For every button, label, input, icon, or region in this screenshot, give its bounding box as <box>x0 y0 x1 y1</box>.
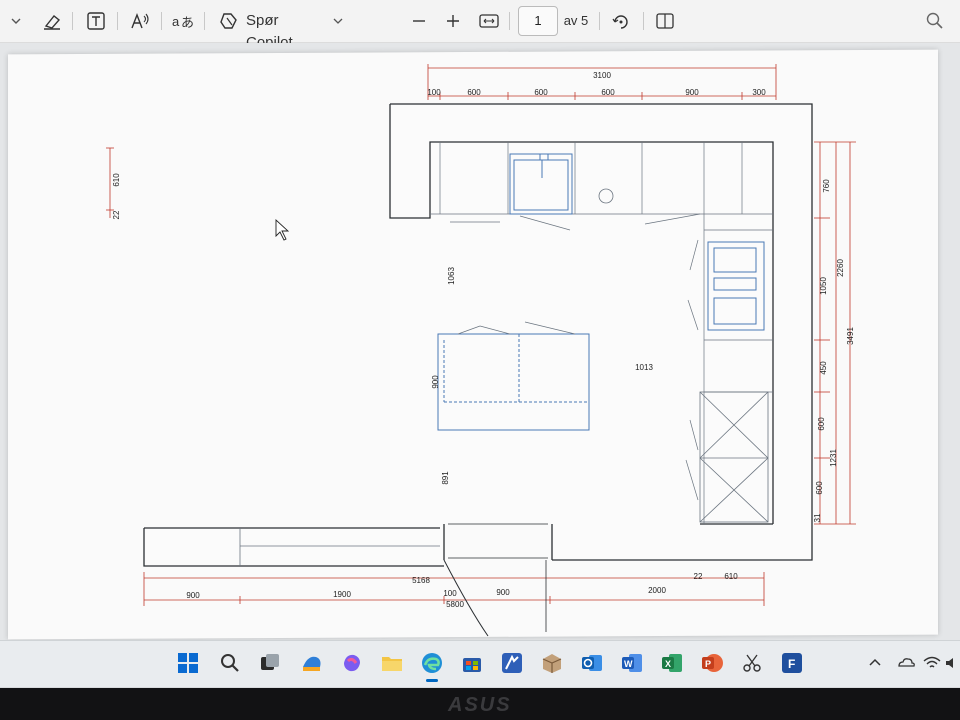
dim-vertical-3: 891 <box>441 471 450 485</box>
windows-taskbar: W X P F <box>0 640 960 687</box>
dim-right-8: 1231 <box>829 449 838 467</box>
dim-top-2: 600 <box>467 88 481 97</box>
kitchen-plan-drawing: 3100 100 600 600 600 900 300 610 22 1063… <box>106 64 856 637</box>
app-icon[interactable] <box>500 651 524 675</box>
screen: aあ Spør Copilot 1 av 5 <box>0 0 960 690</box>
dim-bottom-5: 2000 <box>648 586 666 595</box>
dim-top-4: 600 <box>601 88 615 97</box>
dim-island-wall: 1013 <box>635 363 653 372</box>
dim-top-5: 900 <box>685 88 699 97</box>
dim-left-2: 22 <box>112 210 121 219</box>
powerpoint-icon[interactable]: P <box>700 651 724 675</box>
dim-vertical-1: 1063 <box>447 267 456 285</box>
speaker-icon[interactable] <box>944 651 960 675</box>
dim-top-total: 3100 <box>593 71 611 80</box>
excel-icon[interactable]: X <box>660 651 684 675</box>
dim-right-3: 450 <box>819 361 828 375</box>
onedrive-icon[interactable] <box>896 651 916 675</box>
svg-text:W: W <box>624 659 633 669</box>
dim-bottom-total: 5168 <box>412 576 430 585</box>
dim-bottom-small-1: 22 <box>694 572 703 581</box>
store-icon[interactable] <box>460 651 484 675</box>
widgets-icon[interactable] <box>300 651 324 675</box>
windows-start-icon[interactable] <box>176 651 200 675</box>
dim-bottom-overall: 5800 <box>446 600 464 609</box>
dim-right-5: 600 <box>815 481 824 495</box>
dim-vertical-2: 900 <box>431 375 440 389</box>
dim-top-6: 300 <box>752 88 766 97</box>
wifi-icon[interactable] <box>922 651 942 675</box>
svg-text:F: F <box>788 657 795 671</box>
outlook-icon[interactable] <box>580 651 604 675</box>
mouse-cursor-icon <box>275 218 290 241</box>
dim-left-1: 610 <box>112 173 121 187</box>
app-f-icon[interactable]: F <box>780 651 804 675</box>
dim-bottom-4: 900 <box>496 588 510 597</box>
file-explorer-icon[interactable] <box>380 651 404 675</box>
edge-icon[interactable] <box>420 651 444 675</box>
svg-text:P: P <box>705 659 711 669</box>
dim-bottom-small-2: 610 <box>724 572 738 581</box>
dim-bottom-3: 100 <box>443 589 457 598</box>
task-view-icon[interactable] <box>258 651 282 675</box>
dim-top-1: 100 <box>427 88 441 97</box>
search-icon[interactable] <box>218 651 242 675</box>
word-icon[interactable]: W <box>620 651 644 675</box>
chevron-up-icon[interactable] <box>866 651 884 675</box>
active-app-indicator <box>426 679 438 682</box>
dim-right-2: 1050 <box>819 277 828 295</box>
package-app-icon[interactable] <box>540 651 564 675</box>
copilot-icon[interactable] <box>340 651 364 675</box>
dim-bottom-1: 900 <box>186 591 200 600</box>
dim-right-6: 31 <box>813 513 822 522</box>
dim-bottom-2: 1900 <box>333 590 351 599</box>
laptop-brand-logo: ASUS <box>448 694 512 716</box>
snipping-tool-icon[interactable] <box>740 651 764 675</box>
dim-right-4: 600 <box>817 417 826 431</box>
dim-right-total: 3491 <box>846 327 855 345</box>
dim-right-1: 760 <box>822 179 831 193</box>
dim-right-7: 2260 <box>836 259 845 277</box>
dim-top-3: 600 <box>534 88 548 97</box>
svg-text:X: X <box>665 659 671 669</box>
